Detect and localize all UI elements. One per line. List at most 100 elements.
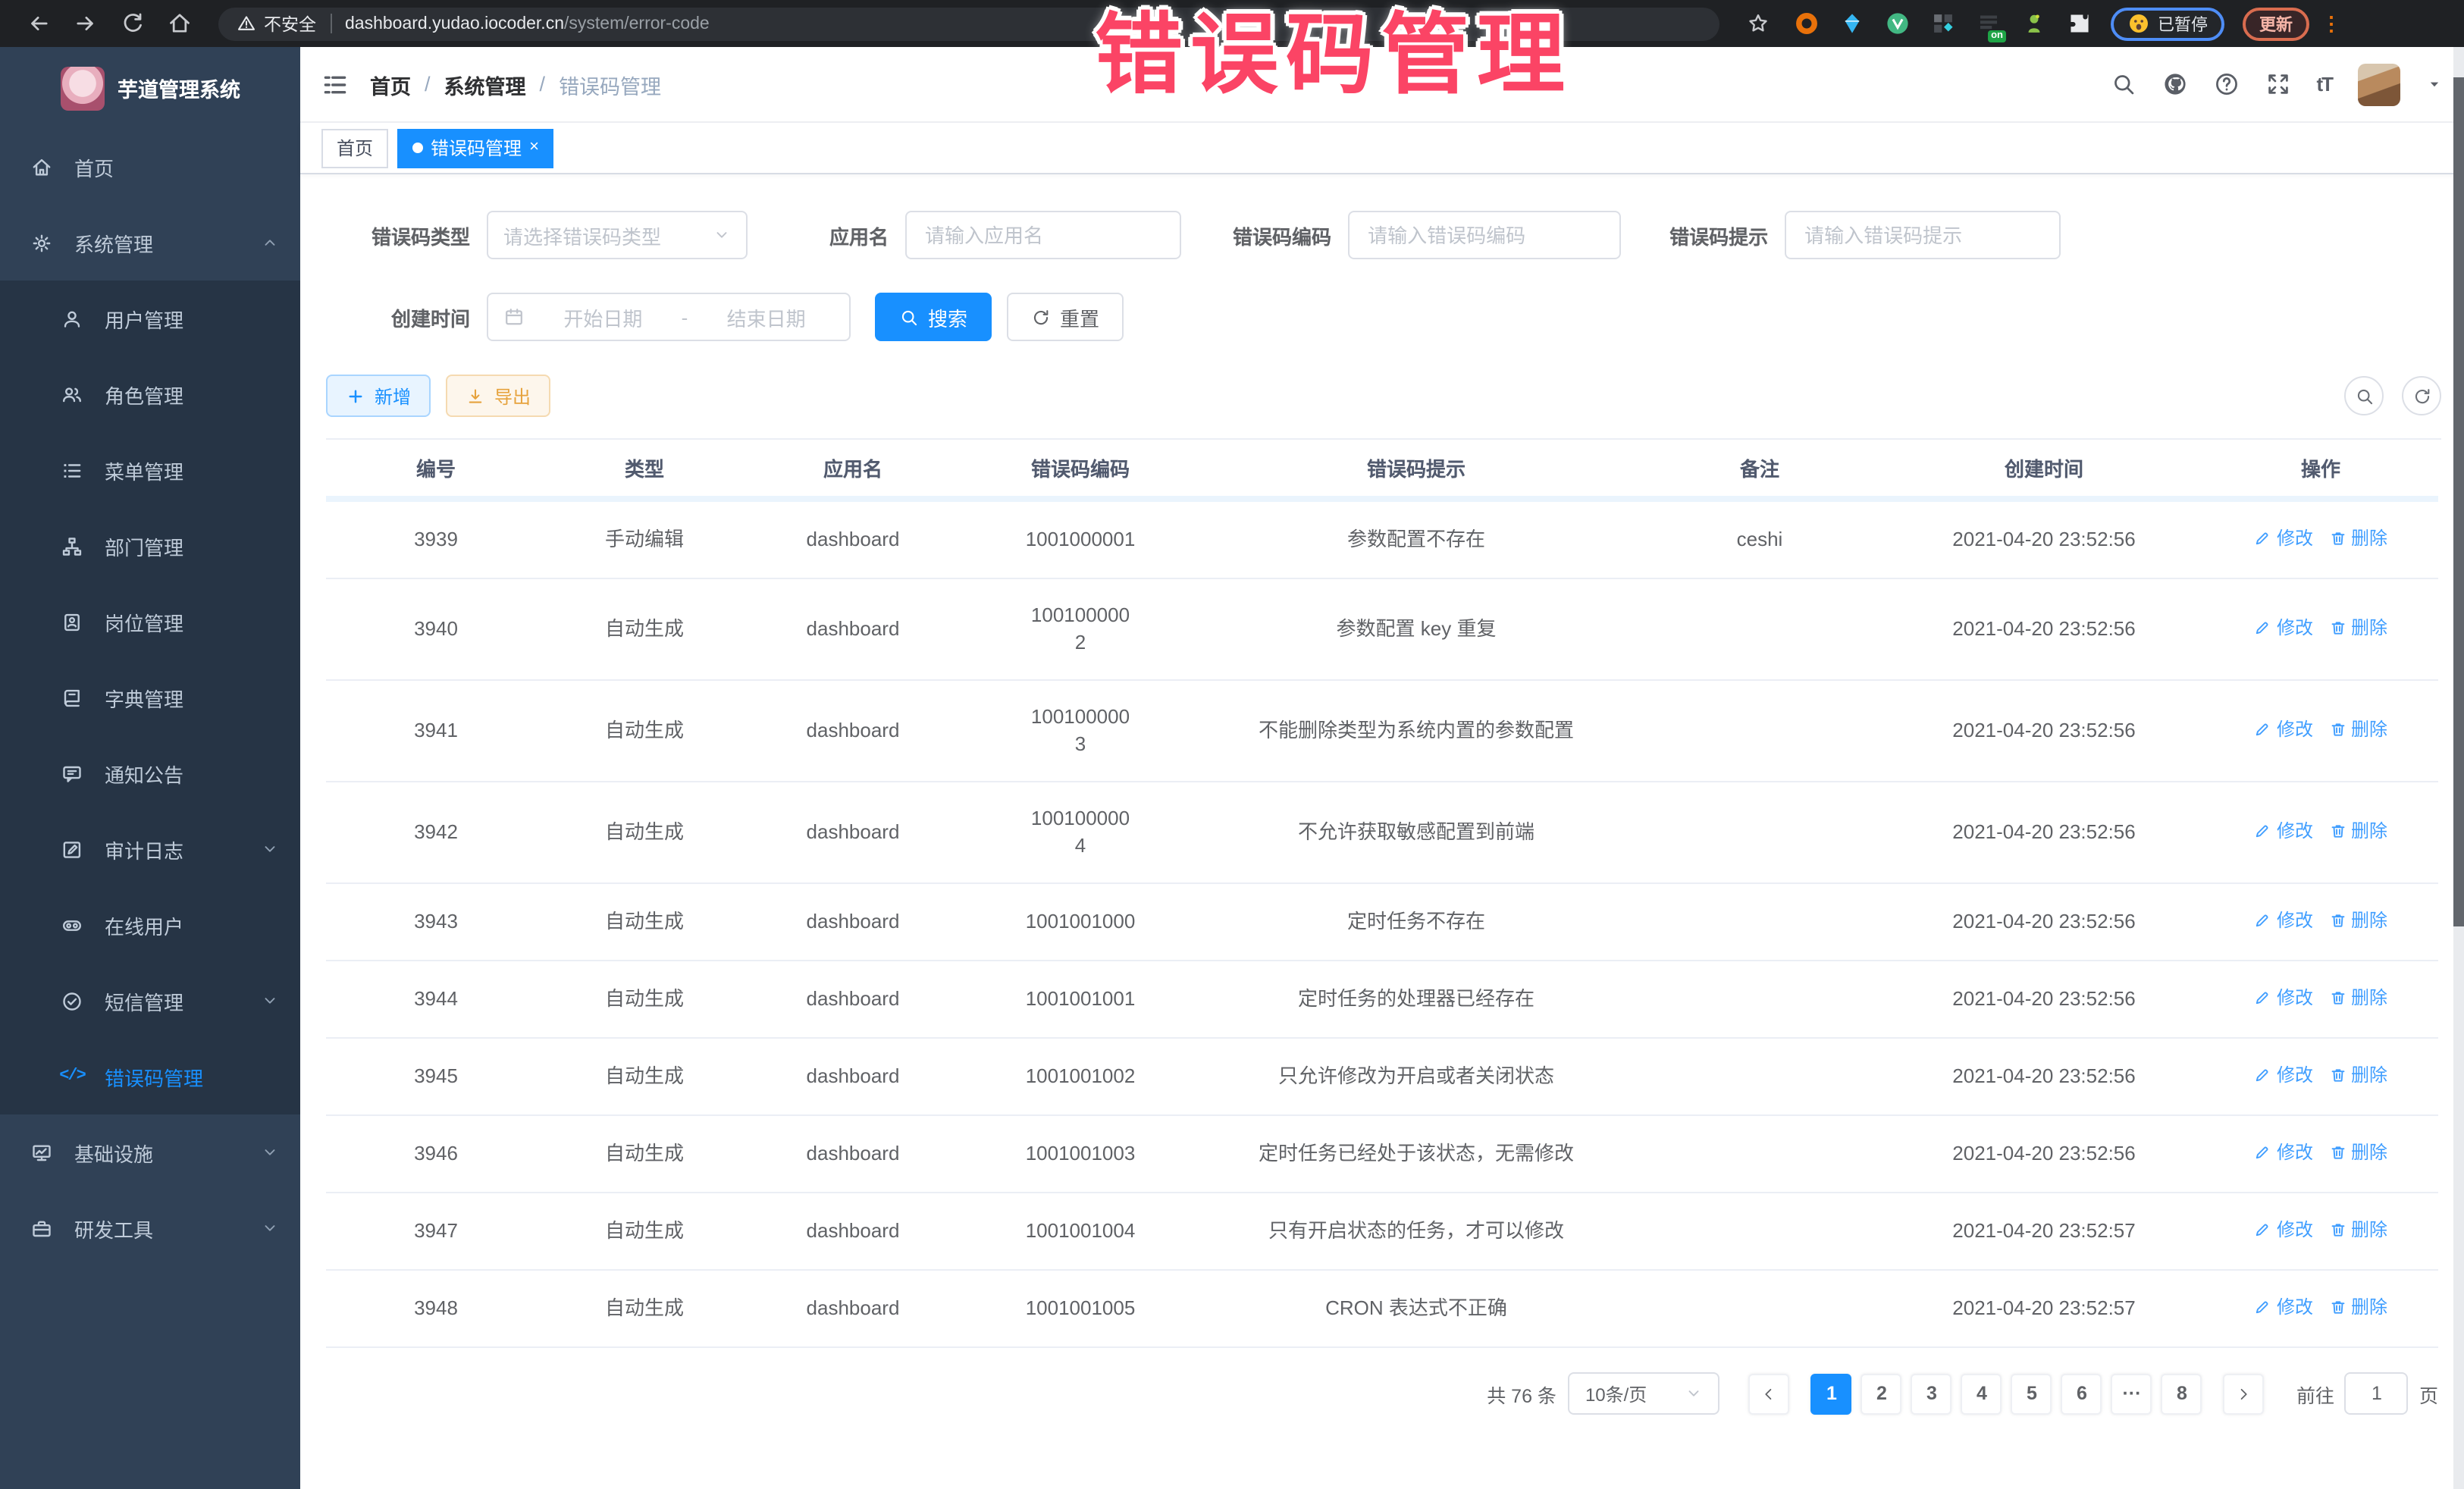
toggle-search-button[interactable] (2344, 376, 2384, 415)
delete-link[interactable]: 删除 (2328, 614, 2387, 641)
add-button[interactable]: 新增 (326, 375, 431, 417)
error-type-select[interactable]: 请选择错误码类型 (487, 211, 748, 259)
sidebar-item-system-mgmt[interactable]: 系统管理 (0, 205, 300, 281)
cell-type: 自动生成 (546, 1193, 743, 1270)
edit-link[interactable]: 修改 (2254, 1061, 2313, 1089)
next-page-button[interactable] (2224, 1373, 2265, 1414)
sidebar-item-role-mgmt[interactable]: 角色管理 (0, 356, 300, 432)
cell-time: 2021-04-20 23:52:56 (1885, 883, 2203, 961)
hamburger-icon[interactable] (321, 71, 349, 98)
browser-menu-kebab-icon[interactable]: ⋮ (2321, 16, 2341, 31)
sidebar-item-online-users[interactable]: 在线用户 (0, 887, 300, 963)
sidebar-item-home[interactable]: 首页 (0, 129, 300, 205)
scrollbar-thumb[interactable] (2453, 77, 2464, 926)
error-msg-input[interactable] (1801, 222, 2044, 248)
page-button[interactable]: 2 (1861, 1373, 1902, 1414)
prev-page-button[interactable] (1749, 1373, 1790, 1414)
breadcrumb-system[interactable]: 系统管理 (444, 69, 526, 99)
export-button[interactable]: 导出 (446, 375, 550, 417)
page-button[interactable]: 4 (1961, 1373, 2002, 1414)
cell-operations: 修改删除 (2203, 1038, 2438, 1115)
browser-update-button[interactable]: 更新 (2243, 7, 2309, 40)
sidebar-item-menu-mgmt[interactable]: 菜单管理 (0, 432, 300, 508)
page-button[interactable]: 1 (1811, 1373, 1852, 1414)
sidebar-item-error-code[interactable]: </>错误码管理 (0, 1039, 300, 1114)
app-name-input[interactable] (922, 222, 1165, 248)
gem-ext-icon[interactable] (1839, 11, 1865, 36)
edit-link[interactable]: 修改 (2254, 907, 2313, 934)
edit-link[interactable]: 修改 (2254, 716, 2313, 743)
delete-link[interactable]: 删除 (2328, 525, 2387, 552)
page-button[interactable]: 3 (1911, 1373, 1952, 1414)
edit-link[interactable]: 修改 (2254, 525, 2313, 552)
list-on-ext-icon[interactable]: on (1976, 11, 2002, 36)
reset-button[interactable]: 重置 (1007, 293, 1124, 341)
table-row: 3945自动生成dashboard1001001002只允许修改为开启或者关闭状… (326, 1038, 2438, 1115)
sidebar-item-user-mgmt[interactable]: 用户管理 (0, 281, 300, 356)
goto-page-input[interactable] (2345, 1372, 2409, 1415)
cell-code: 1001001005 (963, 1270, 1198, 1347)
bookmark-star-icon[interactable] (1747, 12, 1770, 35)
delete-link[interactable]: 删除 (2328, 1216, 2387, 1243)
search-icon[interactable] (2110, 71, 2136, 97)
reload-icon[interactable] (120, 11, 146, 36)
tab-home[interactable]: 首页 (321, 128, 388, 168)
browser-home-icon[interactable] (167, 11, 193, 36)
address-divider (330, 14, 331, 33)
edit-link[interactable]: 修改 (2254, 1139, 2313, 1166)
delete-link[interactable]: 删除 (2328, 1061, 2387, 1089)
sidebar-item-dev-tools[interactable]: 研发工具 (0, 1190, 300, 1266)
delete-link[interactable]: 删除 (2328, 1293, 2387, 1321)
sidebar-item-dict-mgmt[interactable]: 字典管理 (0, 660, 300, 735)
font-size-icon[interactable]: tT (2316, 73, 2332, 96)
delete-link[interactable]: 删除 (2328, 984, 2387, 1011)
edit-link[interactable]: 修改 (2254, 1293, 2313, 1321)
sidebar-item-audit-log[interactable]: 审计日志 (0, 811, 300, 887)
refresh-table-button[interactable] (2402, 376, 2441, 415)
create-time-range-picker[interactable]: 开始日期 - 结束日期 (487, 293, 851, 341)
delete-link[interactable]: 删除 (2328, 716, 2387, 743)
search-button[interactable]: 搜索 (875, 293, 992, 341)
page-button[interactable]: 8 (2161, 1373, 2202, 1414)
page-button[interactable]: 5 (2011, 1373, 2052, 1414)
delete-link[interactable]: 删除 (2328, 1139, 2387, 1166)
help-icon[interactable] (2213, 71, 2239, 97)
calendar-icon (503, 306, 525, 328)
delete-link[interactable]: 删除 (2328, 907, 2387, 934)
breadcrumb-home[interactable]: 首页 (370, 69, 411, 99)
tab-error-code[interactable]: 错误码管理 × (397, 128, 554, 168)
sidebar-item-post-mgmt[interactable]: 岗位管理 (0, 584, 300, 660)
page-size-select[interactable]: 10条/页 (1569, 1372, 1720, 1415)
back-icon[interactable] (26, 11, 52, 36)
adblock-ext-icon[interactable] (1794, 11, 1820, 36)
tab-close-icon[interactable]: × (529, 139, 539, 156)
delete-link[interactable]: 删除 (2328, 817, 2387, 845)
page-scrollbar[interactable] (2453, 47, 2464, 1489)
error-code-input[interactable] (1365, 222, 1604, 248)
more-pages-button[interactable]: ··· (2111, 1373, 2152, 1414)
sms-icon (61, 989, 83, 1012)
edit-link[interactable]: 修改 (2254, 817, 2313, 845)
cell-code: 1001001000 (963, 883, 1198, 961)
sidebar-item-infrastructure[interactable]: 基础设施 (0, 1114, 300, 1190)
sidebar-item-sms-mgmt[interactable]: 短信管理 (0, 963, 300, 1039)
page-button[interactable]: 6 (2061, 1373, 2102, 1414)
github-icon[interactable] (2161, 71, 2187, 97)
address-bar[interactable]: 不安全 dashboard.yudao.iocoder.cn/system/er… (218, 7, 1719, 40)
green-figure-ext-icon[interactable] (2021, 11, 2047, 36)
edit-link[interactable]: 修改 (2254, 614, 2313, 641)
vue-devtools-ext-icon[interactable] (1885, 11, 1911, 36)
app-logo[interactable]: 芋道管理系统 (0, 47, 300, 129)
user-avatar[interactable] (2358, 63, 2400, 105)
puzzle-ext-icon[interactable] (2067, 11, 2093, 36)
edit-link[interactable]: 修改 (2254, 1216, 2313, 1243)
grid-ext-icon[interactable] (1930, 11, 1956, 36)
sidebar-item-dept-mgmt[interactable]: 部门管理 (0, 508, 300, 584)
profile-paused-chip[interactable]: 已暂停 (2111, 7, 2224, 40)
forward-icon[interactable] (73, 11, 99, 36)
sidebar-item-notice[interactable]: 通知公告 (0, 735, 300, 811)
org-tree-icon (61, 534, 83, 557)
avatar-caret-down-icon[interactable] (2426, 76, 2443, 92)
edit-link[interactable]: 修改 (2254, 984, 2313, 1011)
fullscreen-icon[interactable] (2265, 71, 2290, 97)
